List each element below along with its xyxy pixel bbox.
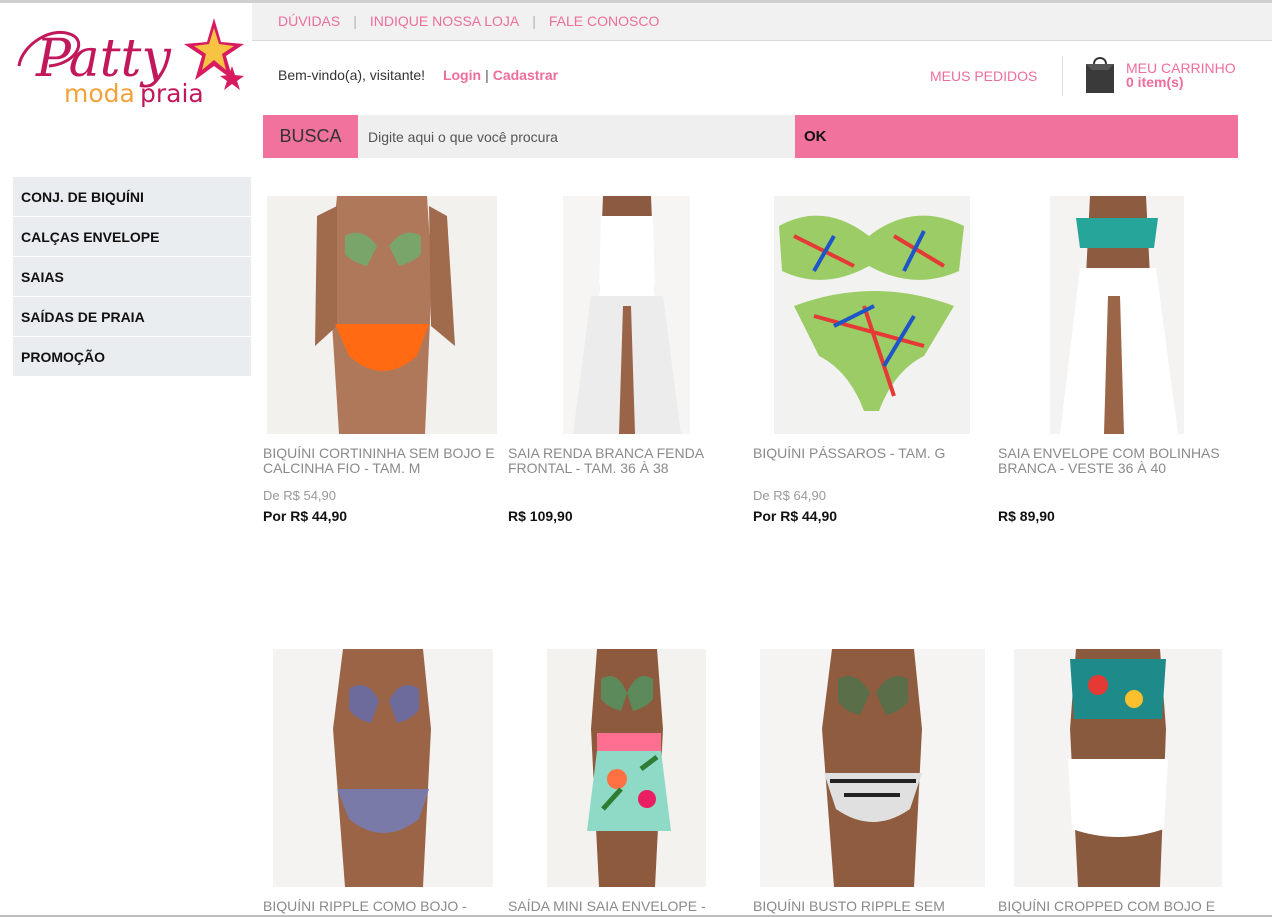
category-item-promocao[interactable]: PROMOÇÃO	[13, 337, 251, 377]
category-menu: CONJ. DE BIQUÍNI CALÇAS ENVELOPE SAIAS S…	[13, 177, 251, 377]
nav-link-duvidas[interactable]: DÚVIDAS	[278, 13, 340, 29]
product-image[interactable]	[998, 649, 1238, 887]
top-nav-links: DÚVIDAS | INDIQUE NOSSA LOJA | FALE CONO…	[278, 13, 659, 29]
login-separator: |	[485, 67, 489, 83]
white-wrap-skirt-photo	[1050, 196, 1184, 434]
product-image[interactable]	[753, 196, 993, 434]
product-name[interactable]: BIQUÍNI RIPPLE COMO BOJO -	[263, 899, 503, 914]
product-name[interactable]: BIQUÍNI CORTININHA SEM BOJO E CALCINHA F…	[263, 446, 503, 476]
green-print-bikini-photo	[774, 196, 970, 434]
search-bar: BUSCA OK	[263, 115, 1238, 158]
product-name[interactable]: SAIA ENVELOPE COM BOLINHAS BRANCA - VEST…	[998, 446, 1238, 476]
floral-mini-skirt-photo	[547, 649, 706, 887]
nav-link-indique[interactable]: INDIQUE NOSSA LOJA	[370, 13, 519, 29]
login-link[interactable]: Login	[443, 67, 481, 83]
product-price: Por R$ 44,90	[263, 508, 348, 524]
category-item-saias[interactable]: SAIAS	[13, 257, 251, 297]
nav-separator: |	[532, 13, 536, 29]
category-item-biquini[interactable]: CONJ. DE BIQUÍNI	[13, 177, 251, 217]
welcome-area: Bem-vindo(a), visitante! Login | Cadastrar	[278, 67, 558, 83]
product-price: R$ 109,90	[508, 508, 573, 524]
top-nav-bar: DÚVIDAS | INDIQUE NOSSA LOJA | FALE CONO…	[252, 3, 1272, 41]
starfish-icon	[184, 18, 244, 80]
product-price: R$ 89,90	[998, 508, 1055, 524]
my-orders-link[interactable]: MEUS PEDIDOS	[930, 68, 1037, 84]
cart-label: MEU CARRINHO	[1126, 60, 1236, 76]
product-name[interactable]: SAÍDA MINI SAIA ENVELOPE -	[508, 899, 748, 914]
product-old-price: De R$ 64,90	[753, 488, 826, 503]
header-divider	[1062, 56, 1063, 96]
product-name[interactable]: BIQUÍNI BUSTO RIPPLE SEM	[753, 899, 993, 914]
category-item-saidas-de-praia[interactable]: SAÍDAS DE PRAIA	[13, 297, 251, 337]
shopping-bag-icon[interactable]	[1082, 54, 1118, 94]
product-image[interactable]	[508, 196, 748, 434]
product-image[interactable]	[263, 196, 503, 434]
ripple-bikini-photo	[273, 649, 493, 887]
register-link[interactable]: Cadastrar	[493, 67, 558, 83]
cropped-bikini-photo	[1014, 649, 1222, 887]
logo-text-moda: moda	[64, 79, 135, 108]
busto-ripple-bikini-photo	[760, 649, 985, 887]
product-image[interactable]	[508, 649, 748, 887]
product-old-price: De R$ 54,90	[263, 488, 336, 503]
product-image[interactable]	[998, 196, 1238, 434]
nav-link-fale-conosco[interactable]: FALE CONOSCO	[549, 13, 659, 29]
product-name[interactable]: SAIA RENDA BRANCA FENDA FRONTAL - TAM. 3…	[508, 446, 748, 476]
search-label: BUSCA	[263, 115, 358, 158]
bikini-orange-bottom-photo	[267, 196, 497, 434]
my-cart-link[interactable]: MEU CARRINHO 0 item(s)	[1126, 61, 1236, 89]
product-name[interactable]: BIQUÍNI CROPPED COM BOJO E	[998, 899, 1238, 914]
product-price: Por R$ 44,90	[753, 508, 838, 524]
cart-count: 0 item(s)	[1126, 74, 1184, 90]
white-lace-skirt-photo	[563, 196, 690, 434]
store-logo[interactable]: Patty moda praia	[14, 4, 246, 112]
product-image[interactable]	[263, 649, 503, 887]
category-item-calcas-envelope[interactable]: CALÇAS ENVELOPE	[13, 217, 251, 257]
logo-text-praia: praia	[140, 79, 204, 108]
product-name[interactable]: BIQUÍNI PÁSSAROS - TAM. G	[753, 446, 993, 461]
nav-separator: |	[353, 13, 357, 29]
welcome-text: Bem-vindo(a), visitante!	[278, 67, 426, 83]
search-ok-button[interactable]: OK	[795, 115, 1238, 158]
product-image[interactable]	[753, 649, 993, 887]
search-input[interactable]	[358, 115, 795, 158]
